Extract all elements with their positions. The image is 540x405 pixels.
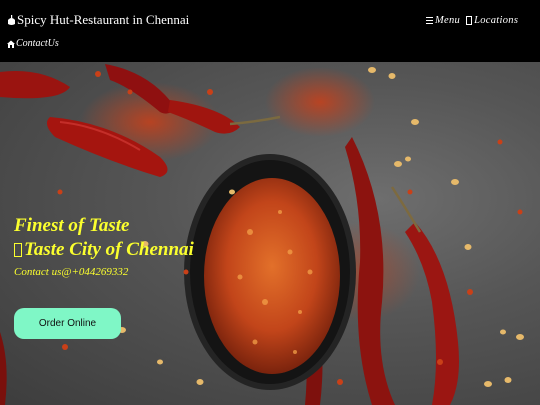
top-navbar: Spicy Hut-Restaurant in Chennai Menu Loc… xyxy=(0,0,540,62)
hero-subheadline: Taste City of Chennai xyxy=(14,238,194,262)
contact-phone[interactable]: Contact us@+044269332 xyxy=(14,266,128,278)
food-icon xyxy=(8,14,15,25)
nav-menu[interactable]: Menu xyxy=(426,15,460,26)
hero-subheadline-text: Taste City of Chennai xyxy=(24,239,194,260)
contact-label: ContactUs xyxy=(16,38,59,49)
brand-name: Spicy Hut-Restaurant in Chennai xyxy=(17,12,190,27)
nav-links: Menu Locations xyxy=(426,15,518,26)
brand[interactable]: Spicy Hut-Restaurant in Chennai xyxy=(7,12,189,28)
nav-locations[interactable]: Locations xyxy=(466,15,518,26)
glyph-icon xyxy=(14,243,22,257)
nav-locations-label: Locations xyxy=(474,15,519,26)
order-online-button[interactable]: Order Online xyxy=(14,308,121,339)
hero-banner: Finest of Taste Taste City of Chennai Co… xyxy=(0,62,540,405)
location-icon xyxy=(466,16,473,25)
hero-headline: Finest of Taste xyxy=(14,215,130,236)
nav-menu-label: Menu xyxy=(435,15,461,26)
nav-contact[interactable]: ContactUs xyxy=(7,38,59,49)
home-icon xyxy=(7,40,15,48)
hamburger-icon xyxy=(426,17,433,25)
